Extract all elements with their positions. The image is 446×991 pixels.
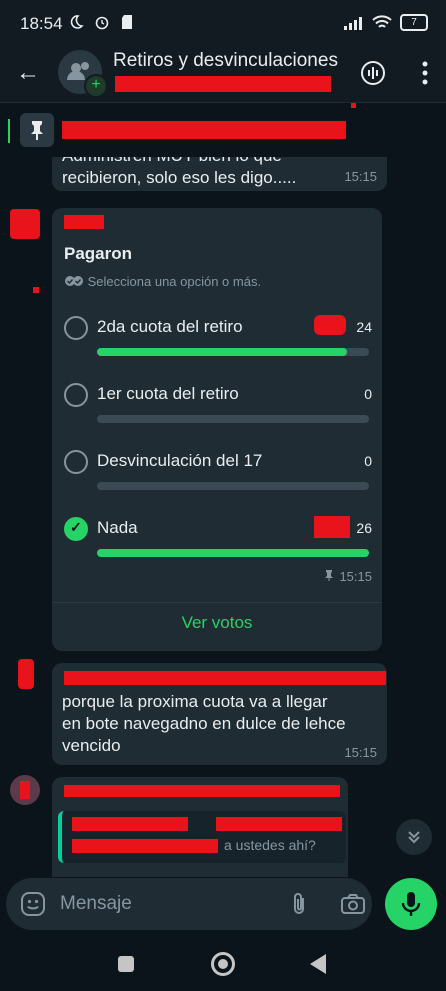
chat-header: ← + Retiros y desvinculaciones — [0, 46, 446, 102]
poll-option-label: Nada — [97, 518, 138, 537]
redaction-mark — [351, 103, 356, 108]
chat-messages[interactable]: Administren MUY bien lo que recibieron, … — [0, 157, 446, 877]
voter-avatars-redacted — [314, 516, 350, 538]
poll-option[interactable]: 1er cuota del retiro 0 — [62, 381, 372, 441]
pin-icon — [31, 121, 43, 140]
poll-option-bar — [97, 549, 369, 557]
pinned-accent-line — [8, 119, 10, 143]
camera-icon[interactable] — [340, 891, 366, 917]
poll-bubble[interactable]: Pagaron Selecciona una opción o más. 2da… — [52, 208, 382, 651]
poll-option-radio-checked[interactable] — [64, 517, 88, 541]
sender-avatar — [10, 775, 40, 805]
message-line: Administren MUY bien lo que — [62, 157, 332, 167]
message-text: porque la proxima cuota va a llegar en b… — [62, 691, 372, 757]
message-line: recibieron, solo eso les digo..... — [62, 168, 297, 187]
poll-option-bar — [97, 482, 369, 490]
status-time: 18:54 — [20, 14, 63, 33]
poll-time: 15:15 — [339, 569, 372, 584]
sd-card-icon — [121, 15, 132, 29]
redaction-mark — [33, 287, 39, 293]
wifi-icon — [372, 14, 392, 28]
message-text: Administren MUY bien lo que recibieron, … — [62, 157, 332, 189]
back-arrow-icon[interactable]: ← — [14, 60, 42, 88]
poll-option-label: Desvinculación del 17 — [97, 451, 263, 470]
poll-option-bar — [97, 415, 369, 423]
sender-avatar-redacted — [20, 781, 30, 799]
system-navigation-bar — [0, 938, 446, 991]
quoted-text-redacted — [72, 839, 218, 853]
poll-title: Pagaron — [64, 244, 133, 263]
quoted-sender-redacted — [72, 817, 188, 831]
recent-apps-button[interactable] — [118, 956, 134, 972]
sender-avatar-redacted — [10, 209, 40, 239]
quoted-message[interactable]: a ustedes ahí? — [58, 811, 346, 863]
poll-option[interactable]: Desvinculación del 17 0 — [62, 448, 372, 508]
sticker-emoji-icon[interactable] — [20, 891, 46, 917]
poll-option-bar-fill — [97, 348, 348, 356]
alarm-icon — [96, 16, 109, 30]
poll-instruction: Selecciona una opción o más. — [64, 274, 261, 289]
chat-subtitle-redacted — [115, 76, 331, 92]
poll-option-radio[interactable] — [64, 450, 88, 474]
poll-option-label: 2da cuota del retiro — [97, 317, 243, 336]
pinned-message-bar[interactable] — [0, 102, 446, 158]
message-bubble[interactable]: a ustedes ahí? — [52, 777, 348, 877]
poll-option-radio[interactable] — [64, 316, 88, 340]
quoted-sender-redacted — [216, 817, 342, 831]
sender-name-redacted — [64, 785, 340, 797]
message-time: 15:15 — [344, 745, 377, 760]
scroll-to-bottom-button[interactable] — [396, 819, 432, 855]
pin-small-icon — [325, 570, 333, 581]
message-bubble[interactable]: Administren MUY bien lo que recibieron, … — [52, 157, 387, 191]
voter-avatars-redacted — [314, 315, 346, 335]
add-icon: + — [84, 74, 108, 98]
message-composer — [6, 878, 372, 930]
poll-option-bar-fill — [97, 549, 369, 557]
status-bar: 18:54 7 — [0, 0, 446, 46]
home-button[interactable] — [211, 952, 235, 976]
poll-instruction-text: Selecciona una opción o más. — [87, 274, 262, 289]
sender-name-redacted — [64, 671, 386, 685]
message-bubble[interactable]: porque la proxima cuota va a llegar en b… — [52, 663, 387, 765]
sender-name-redacted — [64, 215, 104, 229]
poll-option[interactable]: 2da cuota del retiro 24 — [62, 314, 372, 374]
more-options-icon[interactable] — [422, 60, 428, 86]
poll-option-label: 1er cuota del retiro — [97, 384, 239, 403]
poll-option[interactable]: Nada 26 — [62, 515, 372, 575]
sender-avatar-redacted — [18, 659, 34, 689]
message-time: 15:15 — [344, 169, 377, 184]
poll-option-count: 24 — [356, 319, 372, 335]
status-system-icons: 7 — [344, 14, 428, 31]
poll-option-count: 26 — [356, 520, 372, 536]
signal-icon — [344, 16, 362, 30]
voice-message-button[interactable] — [385, 878, 437, 930]
double-chevron-down-icon — [408, 831, 420, 844]
battery-icon: 7 — [400, 14, 428, 31]
poll-option-count: 0 — [364, 386, 372, 402]
message-line: vencido — [62, 736, 121, 755]
view-votes-button[interactable]: Ver votos — [52, 602, 382, 639]
poll-option-count: 0 — [364, 453, 372, 469]
poll-option-radio[interactable] — [64, 383, 88, 407]
double-check-icon — [65, 276, 83, 286]
attach-icon[interactable] — [288, 891, 310, 917]
message-input[interactable] — [60, 888, 260, 920]
pinned-message-redacted — [62, 121, 346, 139]
back-button[interactable] — [310, 954, 326, 974]
poll-option-bar — [97, 348, 369, 356]
pin-button[interactable] — [20, 113, 54, 147]
quoted-text: a ustedes ahí? — [224, 837, 316, 853]
microphone-icon — [401, 892, 421, 916]
chat-title[interactable]: Retiros y desvinculaciones — [113, 50, 338, 72]
message-line: porque la proxima cuota va a llegar — [62, 692, 328, 711]
voice-chat-icon[interactable] — [360, 60, 386, 86]
moon-icon — [70, 15, 84, 29]
message-line: en bote navegadno en dulce de lehce — [62, 714, 346, 733]
status-notification-icons — [68, 14, 133, 35]
